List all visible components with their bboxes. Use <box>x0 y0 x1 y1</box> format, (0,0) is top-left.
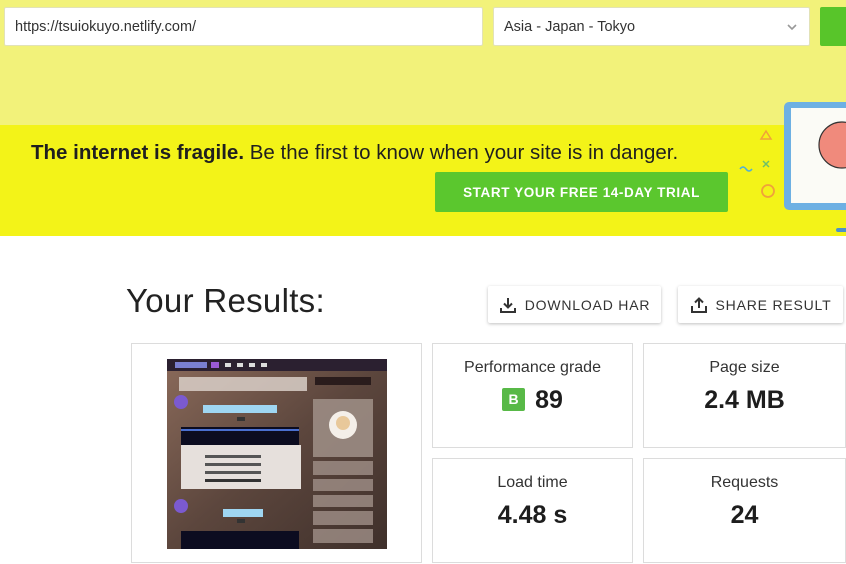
free-trial-button[interactable]: START YOUR FREE 14-DAY TRIAL <box>435 172 728 212</box>
url-bar: Asia - Japan - Tokyo <box>0 0 846 125</box>
performance-grade-label: Performance grade <box>464 359 601 376</box>
site-screenshot-image <box>167 359 387 549</box>
results-title: Your Results: <box>126 282 325 319</box>
performance-grade-card: Performance grade B 89 <box>432 343 633 448</box>
load-time-value: 4.48 s <box>497 501 568 529</box>
site-screenshot-thumbnail <box>167 359 387 549</box>
page-size-label: Page size <box>709 359 780 376</box>
share-icon <box>690 296 707 313</box>
location-select[interactable]: Asia - Japan - Tokyo <box>493 7 810 46</box>
monitor-illustration <box>784 102 846 232</box>
share-result-label: SHARE RESULT <box>715 296 832 313</box>
page-size-card: Page size 2.4 MB <box>643 343 846 448</box>
load-time-card: Load time 4.48 s <box>432 458 633 563</box>
promo-banner: The internet is fragile. Be the first to… <box>0 125 846 236</box>
banner-headline-rest: Be the first to know when your site is i… <box>244 141 679 164</box>
download-har-button[interactable]: DOWNLOAD HAR <box>488 286 661 323</box>
requests-card: Requests 24 <box>643 458 846 563</box>
grade-badge: B <box>502 387 526 411</box>
start-test-button[interactable] <box>820 7 846 46</box>
site-screenshot-card <box>131 343 422 563</box>
share-result-button[interactable]: SHARE RESULT <box>678 286 843 323</box>
banner-headline: The internet is fragile. Be the first to… <box>31 141 678 165</box>
location-select-value: Asia - Japan - Tokyo <box>504 18 636 35</box>
load-time-label: Load time <box>497 474 568 491</box>
chevron-down-icon <box>787 24 797 31</box>
performance-grade-value-row: B 89 <box>433 386 632 415</box>
performance-score: 89 <box>535 386 563 414</box>
download-icon <box>499 297 516 313</box>
banner-headline-bold: The internet is fragile. <box>31 141 245 164</box>
requests-value: 24 <box>730 501 759 529</box>
url-input[interactable] <box>4 7 483 46</box>
download-har-label: DOWNLOAD HAR <box>524 296 651 313</box>
page-size-value: 2.4 MB <box>704 386 785 414</box>
requests-label: Requests <box>710 474 779 491</box>
